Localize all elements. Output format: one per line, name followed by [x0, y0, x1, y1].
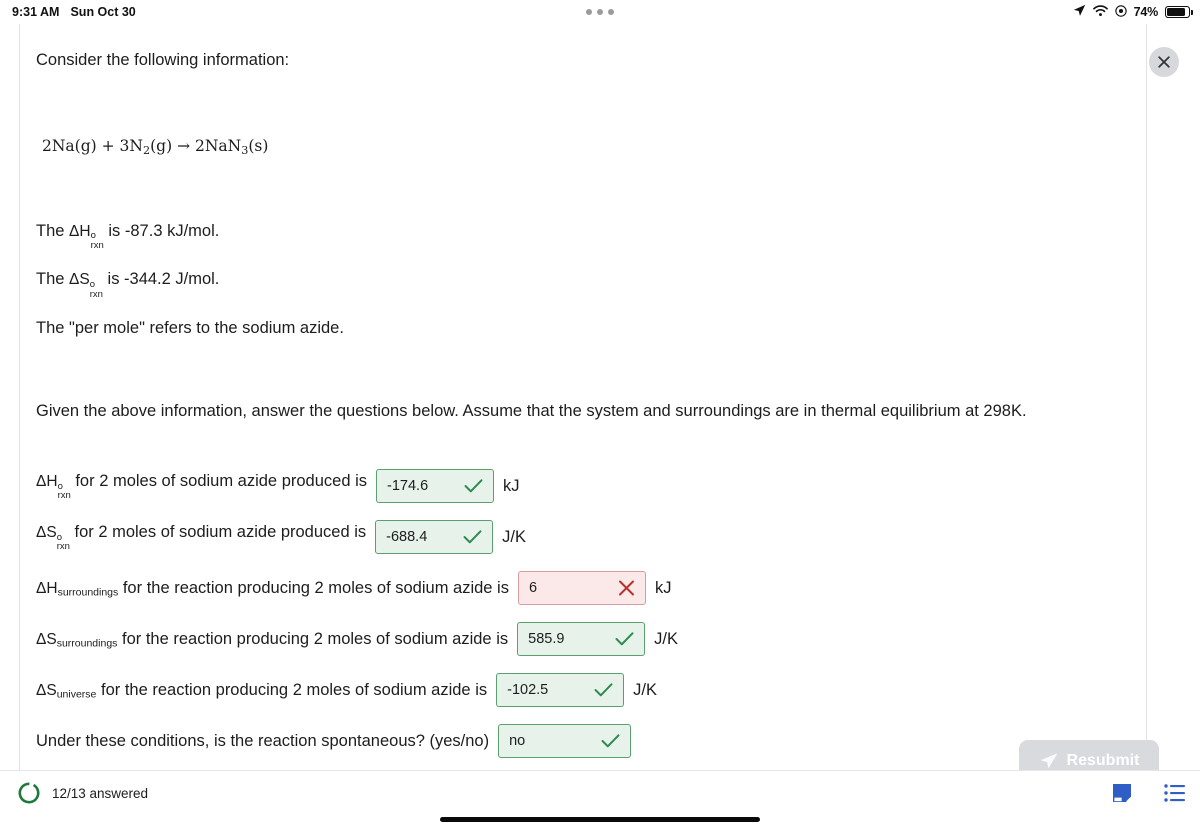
answer-row: Under these conditions, is the reaction … [36, 724, 1130, 759]
status-bar-right: 74% [1073, 4, 1193, 20]
list-icon[interactable] [1164, 783, 1186, 803]
fact-entropy: The ΔS o rxn is -344.2 J/mol. [36, 270, 1130, 299]
answer-input-delta-s-rxn[interactable]: -688.4 [375, 520, 494, 555]
wifi-icon [1092, 4, 1108, 20]
focus-icon [1114, 4, 1127, 20]
delta-h-rxn-symbol: ΔH o rxn [36, 472, 71, 502]
answer-value: no [509, 733, 526, 750]
progress-ring-icon [17, 781, 41, 805]
answer-unit: kJ [503, 476, 520, 495]
equation-rhs: 2NaN3(s) [194, 136, 269, 157]
check-icon [601, 734, 620, 749]
ipad-screen: 9:31 AM Sun Oct 30 74% Consider the foll… [0, 0, 1200, 833]
per-mole-note: The "per mole" refers to the sodium azid… [36, 319, 344, 338]
question-label: ΔS o rxn for 2 moles of sodium azide produ… [36, 522, 367, 553]
check-icon [615, 632, 634, 647]
answer-value: -174.6 [387, 478, 429, 495]
fact-value-text: is -87.3 kJ/mol. [103, 221, 220, 240]
answer-input-delta-s-universe[interactable]: -102.5 [496, 673, 625, 708]
question-label: ΔSuniverse for the reaction producing 2 … [36, 680, 488, 700]
fact-prefix: The [36, 221, 70, 240]
answer-unit: J/K [502, 527, 526, 546]
answer-value: -688.4 [386, 529, 428, 546]
fact-enthalpy: The ΔH o rxn is -87.3 kJ/mol. [36, 222, 1130, 251]
answer-input-spontaneous[interactable]: no [498, 724, 632, 759]
answer-value: 585.9 [528, 631, 565, 648]
answer-input-delta-h-surroundings[interactable]: 6 [517, 571, 646, 606]
equation-lhs-a: 2Na(g) [42, 136, 97, 155]
delta-s-surroundings-symbol: ΔSsurroundings [36, 630, 118, 649]
equation-lhs-b: 3N2(g) [119, 136, 173, 157]
status-bar: 9:31 AM Sun Oct 30 74% [0, 0, 1200, 24]
delta-h-surroundings-symbol: ΔHsurroundings [36, 579, 119, 598]
answer-value: -102.5 [507, 682, 549, 699]
question-label: ΔHsurroundings for the reaction producin… [36, 578, 509, 598]
question-label: ΔH o rxn for 2 moles of sodium azide produ… [36, 471, 368, 502]
answer-row: ΔHsurroundings for the reaction producin… [36, 571, 1130, 606]
bottom-bar: 12/13 answered [0, 770, 1200, 815]
battery-icon [1165, 6, 1193, 18]
delta-s-rxn-symbol: ΔS o rxn [69, 271, 103, 300]
answer-row: ΔSsurroundings for the reaction producin… [36, 622, 1130, 657]
given-instructions: Given the above information, answer the … [36, 402, 1027, 421]
close-icon [1157, 55, 1171, 69]
check-icon [463, 530, 482, 545]
answer-unit: J/K [633, 680, 657, 699]
fact-prefix: The [36, 270, 70, 289]
paper-plane-icon [1039, 751, 1059, 771]
question-label: Under these conditions, is the reaction … [36, 731, 490, 750]
resubmit-label: Resubmit [1066, 752, 1140, 769]
home-indicator[interactable] [440, 817, 760, 822]
delta-h-rxn-symbol: ΔH o rxn [69, 222, 104, 251]
note-icon[interactable] [1111, 782, 1133, 804]
progress-status[interactable]: 12/13 answered [17, 781, 148, 805]
answer-input-delta-h-rxn[interactable]: -174.6 [376, 469, 495, 504]
three-dots-icon[interactable] [586, 9, 614, 15]
equation-plus: + [101, 136, 120, 155]
answer-unit: kJ [654, 578, 672, 597]
question-panel: Consider the following information: 2Na(… [19, 24, 1147, 770]
check-icon [594, 683, 613, 698]
location-arrow-icon [1073, 4, 1086, 20]
cross-icon [618, 580, 635, 597]
answer-unit: J/K [654, 629, 678, 648]
question-label: ΔSsurroundings for the reaction producin… [36, 629, 509, 649]
battery-percent: 74% [1133, 5, 1159, 19]
fact-value-text: is -344.2 J/mol. [102, 270, 220, 289]
answer-input-delta-s-surroundings[interactable]: 585.9 [517, 622, 646, 657]
lead-text: Consider the following information: [36, 51, 290, 69]
answer-rows: ΔH o rxn for 2 moles of sodium azide produ… [36, 469, 1130, 759]
delta-s-universe-symbol: ΔSuniverse [36, 681, 97, 700]
multitasking-indicator[interactable] [0, 9, 1200, 15]
answer-row: ΔSuniverse for the reaction producing 2 … [36, 673, 1130, 708]
answer-row: ΔS o rxn for 2 moles of sodium azide produ… [36, 520, 1130, 555]
close-button[interactable] [1149, 47, 1179, 77]
equation-arrow: → [177, 136, 195, 155]
chemical-equation: 2Na(g) + 3N2(g) → 2NaN3(s) [42, 137, 1130, 157]
delta-s-rxn-symbol: ΔS o rxn [36, 523, 70, 553]
answer-row: ΔH o rxn for 2 moles of sodium azide produ… [36, 469, 1130, 504]
answered-count: 12/13 answered [52, 785, 149, 801]
answer-value: 6 [528, 580, 538, 597]
bottom-bar-icons [1111, 782, 1186, 804]
check-icon [464, 479, 483, 494]
